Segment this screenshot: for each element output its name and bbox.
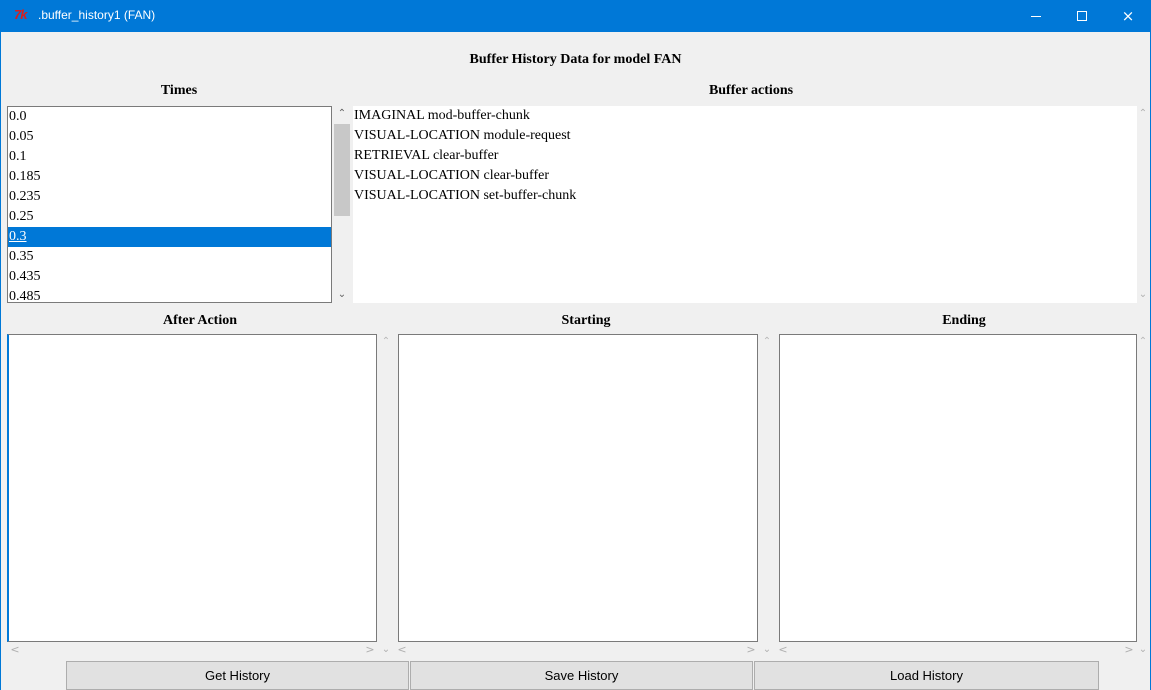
scroll-left-icon[interactable]: < — [394, 642, 410, 658]
time-item[interactable]: 0.435 — [8, 267, 331, 287]
maximize-button[interactable] — [1059, 0, 1105, 32]
action-item[interactable]: RETRIEVAL clear-buffer — [353, 146, 1137, 166]
scroll-down-icon[interactable]: ⌄ — [1137, 287, 1149, 303]
tk-app-icon: 7k — [14, 7, 28, 22]
action-item[interactable]: VISUAL-LOCATION clear-buffer — [353, 166, 1137, 186]
ending-heading: Ending — [942, 313, 986, 328]
action-item[interactable]: IMAGINAL mod-buffer-chunk — [353, 106, 1137, 126]
starting-heading: Starting — [561, 313, 611, 328]
window-title: .buffer_history1 (FAN) — [38, 8, 156, 22]
window-border-left — [0, 32, 1, 690]
after-action-heading: After Action — [163, 313, 237, 328]
ending-hscroll[interactable]: < > — [775, 642, 1137, 658]
buffer-actions-scrollbar[interactable]: ⌃ ⌄ — [1137, 106, 1149, 303]
scroll-down-icon[interactable]: ⌄ — [333, 287, 351, 303]
times-heading: Times — [160, 83, 198, 98]
time-item[interactable]: 0.1 — [8, 147, 331, 167]
time-item[interactable]: 0.25 — [8, 207, 331, 227]
ending-text[interactable] — [779, 334, 1137, 642]
time-item[interactable]: 0.185 — [8, 167, 331, 187]
minimize-button[interactable] — [1013, 0, 1059, 32]
after-action-hscroll[interactable]: < > — [7, 642, 378, 658]
save-history-button[interactable]: Save History — [410, 661, 753, 690]
scroll-up-icon[interactable]: ⌃ — [1137, 334, 1149, 350]
action-item[interactable]: VISUAL-LOCATION module-request — [353, 126, 1137, 146]
ending-vscroll[interactable]: ⌃ — [1137, 334, 1149, 642]
maximize-icon — [1077, 11, 1087, 21]
time-item[interactable]: 0.35 — [8, 247, 331, 267]
buffer-actions-list[interactable]: IMAGINAL mod-buffer-chunk VISUAL-LOCATIO… — [353, 106, 1137, 303]
after-action-vscroll[interactable]: ⌃ — [378, 334, 394, 642]
buffer-actions-heading: Buffer actions — [708, 83, 794, 98]
minimize-icon — [1031, 15, 1041, 17]
action-item[interactable]: VISUAL-LOCATION set-buffer-chunk — [353, 186, 1137, 206]
time-item[interactable]: 0.485 — [8, 287, 331, 302]
starting-vscroll[interactable]: ⌃ — [759, 334, 775, 642]
scroll-left-icon[interactable]: < — [775, 642, 791, 658]
time-item-selected[interactable]: 0.3 — [8, 227, 331, 247]
scroll-left-icon[interactable]: < — [7, 642, 23, 658]
scrollbar-thumb[interactable] — [334, 124, 350, 216]
starting-hscroll[interactable]: < > — [394, 642, 759, 658]
scroll-down-icon[interactable]: ⌄ — [378, 642, 394, 658]
get-history-button[interactable]: Get History — [66, 661, 409, 690]
times-list[interactable]: 0.0 0.05 0.1 0.185 0.235 0.25 0.3 0.35 0… — [7, 106, 332, 303]
scroll-up-icon[interactable]: ⌃ — [378, 334, 394, 350]
scroll-right-icon[interactable]: > — [743, 642, 759, 658]
scroll-up-icon[interactable]: ⌃ — [759, 334, 775, 350]
close-icon: × — [1121, 7, 1135, 25]
times-scrollbar[interactable]: ⌃ ⌄ — [333, 106, 351, 303]
after-action-text[interactable] — [7, 334, 377, 642]
time-item[interactable]: 0.235 — [8, 187, 331, 207]
starting-text[interactable] — [398, 334, 758, 642]
time-item[interactable]: 0.0 — [8, 107, 331, 127]
scroll-down-icon[interactable]: ⌄ — [759, 642, 775, 658]
scroll-up-icon[interactable]: ⌃ — [1137, 106, 1149, 122]
scroll-down-icon[interactable]: ⌄ — [1137, 642, 1149, 658]
scroll-right-icon[interactable]: > — [1121, 642, 1137, 658]
scroll-right-icon[interactable]: > — [362, 642, 378, 658]
title-bar[interactable]: 7k .buffer_history1 (FAN) × — [0, 0, 1151, 32]
scroll-up-icon[interactable]: ⌃ — [333, 106, 351, 122]
close-button[interactable]: × — [1105, 0, 1151, 32]
page-title: Buffer History Data for model FAN — [469, 52, 682, 67]
time-item[interactable]: 0.05 — [8, 127, 331, 147]
load-history-button[interactable]: Load History — [754, 661, 1099, 690]
